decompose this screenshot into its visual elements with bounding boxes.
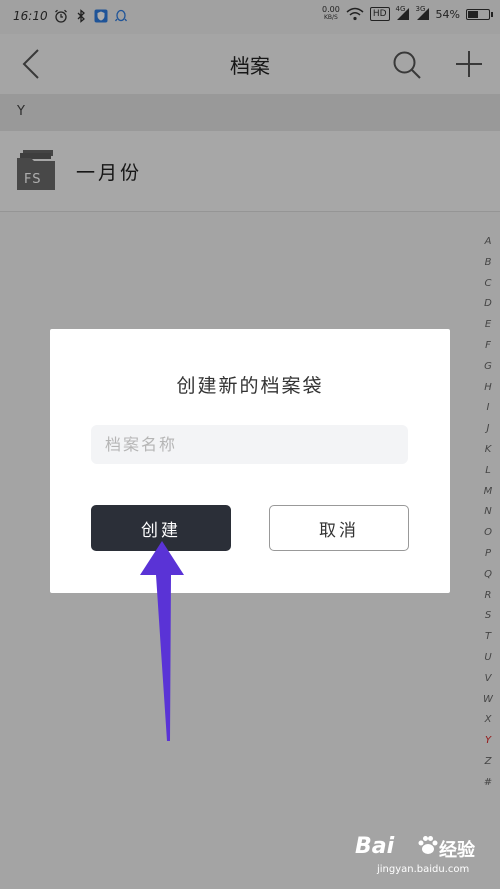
watermark-sub: 经验 bbox=[439, 840, 475, 861]
watermark-brand: Bai bbox=[355, 834, 395, 859]
create-button[interactable]: 创建 bbox=[91, 505, 231, 551]
baidu-watermark: Bai 经验 jingyan.baidu.com bbox=[355, 832, 495, 884]
baidu-paw-icon bbox=[418, 836, 438, 854]
dialog-title: 创建新的档案袋 bbox=[176, 375, 324, 397]
archive-name-input[interactable] bbox=[91, 425, 408, 464]
cancel-button[interactable]: 取消 bbox=[269, 505, 409, 551]
create-archive-dialog: 创建新的档案袋 创建 取消 bbox=[50, 329, 450, 593]
watermark-url: jingyan.baidu.com bbox=[377, 864, 470, 875]
